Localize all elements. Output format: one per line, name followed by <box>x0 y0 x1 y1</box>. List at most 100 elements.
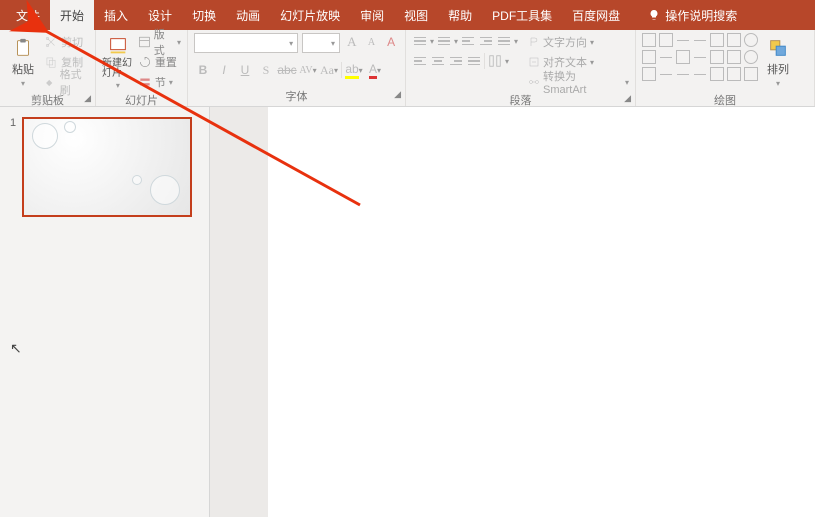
tab-home[interactable]: 开始 <box>50 0 94 30</box>
grow-font-button[interactable]: A <box>344 33 360 51</box>
shape-line-icon <box>693 33 707 47</box>
shape-diamond-icon <box>676 50 690 64</box>
slide-thumbnail-1[interactable] <box>22 117 192 217</box>
spacing-button[interactable]: AV▾ <box>299 61 317 79</box>
shape-brace-icon <box>727 50 741 64</box>
tab-baidu[interactable]: 百度网盘 <box>562 0 630 30</box>
shape-curve-icon <box>693 67 707 81</box>
tab-slideshow[interactable]: 幻灯片放映 <box>270 0 350 30</box>
align-text-icon <box>528 56 540 68</box>
shape-oval-icon <box>744 50 758 64</box>
section-button[interactable]: 节▾ <box>138 73 181 91</box>
smartart-button[interactable]: 转换为 SmartArt▾ <box>528 73 629 91</box>
tab-transitions[interactable]: 切换 <box>182 0 226 30</box>
columns-button[interactable] <box>487 53 503 69</box>
slide-canvas[interactable] <box>268 107 815 517</box>
ribbon-tabs: 文件 开始 插入 设计 切换 动画 幻灯片放映 审阅 视图 帮助 PDF工具集 … <box>0 0 815 30</box>
cut-label: 剪切 <box>61 34 83 50</box>
format-painter-button[interactable]: 格式刷 <box>44 73 89 91</box>
numbering-button[interactable] <box>436 33 452 49</box>
shape-rect-icon <box>642 33 656 47</box>
slide-number: 1 <box>10 117 16 507</box>
group-label-drawing: 绘图 <box>642 91 808 108</box>
bubble-decoration <box>150 175 180 205</box>
clear-format-button[interactable]: A <box>383 33 399 51</box>
tab-animations[interactable]: 动画 <box>226 0 270 30</box>
shape-rect-icon <box>727 33 741 47</box>
group-slides: 新建幻灯片 ▾ 版式▾ 重置 节▾ 幻灯片 <box>96 30 188 106</box>
case-button[interactable]: Aa▾ <box>320 61 338 79</box>
tab-file[interactable]: 文件 <box>6 0 50 30</box>
shape-curve-icon <box>676 67 690 81</box>
separator <box>341 62 342 78</box>
separator <box>484 53 485 69</box>
copy-icon <box>44 55 58 69</box>
group-paragraph: ▾ ▾ ▾ ▾ 文字方向▾ <box>406 30 636 106</box>
dialog-launcher-icon[interactable]: ◢ <box>394 89 401 100</box>
font-size-combo[interactable]: ▾ <box>302 33 340 53</box>
strike-button[interactable]: abc <box>278 61 296 79</box>
tell-me-label: 操作说明搜索 <box>665 7 737 24</box>
tell-me-search[interactable]: 操作说明搜索 <box>638 0 747 30</box>
cut-button[interactable]: 剪切 <box>44 33 89 51</box>
new-slide-label: 新建幻灯片 <box>102 59 134 79</box>
font-color-button[interactable]: A▾ <box>366 61 384 79</box>
shadow-button[interactable]: S <box>257 61 275 79</box>
align-center-button[interactable] <box>430 53 446 69</box>
slide-thumbnail-pane[interactable]: 1 <box>0 107 210 517</box>
text-direction-icon <box>528 36 540 48</box>
underline-button[interactable]: U <box>236 61 254 79</box>
shape-oval-icon <box>744 33 758 47</box>
indent-dec-button[interactable] <box>460 33 476 49</box>
mouse-cursor-icon: ↖ <box>10 340 22 357</box>
new-slide-button[interactable]: 新建幻灯片 ▾ <box>102 33 134 91</box>
arrange-label: 排列 <box>767 61 789 77</box>
chevron-down-icon: ▾ <box>331 39 335 48</box>
chevron-down-icon: ▾ <box>776 79 780 88</box>
shape-connector-icon <box>693 50 707 64</box>
group-clipboard: 粘贴 ▾ 剪切 复制 格式刷 剪贴板 ◢ <box>0 30 96 106</box>
paste-label: 粘贴 <box>12 61 34 77</box>
reset-icon <box>138 55 152 69</box>
align-right-button[interactable] <box>448 53 464 69</box>
arrange-button[interactable]: 排列 ▾ <box>762 33 794 91</box>
shrink-font-button[interactable]: A <box>364 33 380 51</box>
highlight-button[interactable]: ab▾ <box>345 61 363 79</box>
layout-button[interactable]: 版式▾ <box>138 33 181 51</box>
lightbulb-icon <box>648 9 660 21</box>
shape-line-icon <box>659 67 673 81</box>
shapes-gallery[interactable] <box>642 33 758 81</box>
tab-review[interactable]: 审阅 <box>350 0 394 30</box>
new-slide-icon <box>107 35 129 57</box>
clipboard-icon <box>12 37 34 59</box>
group-label-font: 字体 ◢ <box>194 87 399 104</box>
italic-button[interactable]: I <box>215 61 233 79</box>
tab-insert[interactable]: 插入 <box>94 0 138 30</box>
group-label-slides: 幻灯片 <box>102 91 181 108</box>
align-left-button[interactable] <box>412 53 428 69</box>
dialog-launcher-icon[interactable]: ◢ <box>624 93 631 104</box>
shape-rect-icon <box>710 33 724 47</box>
bullets-button[interactable] <box>412 33 428 49</box>
tab-view[interactable]: 视图 <box>394 0 438 30</box>
line-spacing-button[interactable] <box>496 33 512 49</box>
shape-line-icon <box>676 33 690 47</box>
indent-inc-button[interactable] <box>478 33 494 49</box>
section-icon <box>138 75 152 89</box>
smartart-icon <box>528 76 540 88</box>
text-direction-label: 文字方向 <box>543 34 587 50</box>
chevron-down-icon: ▾ <box>116 81 120 90</box>
chevron-down-icon: ▾ <box>21 79 25 88</box>
paste-button[interactable]: 粘贴 ▾ <box>6 33 40 91</box>
dialog-launcher-icon[interactable]: ◢ <box>84 93 91 104</box>
tab-pdftools[interactable]: PDF工具集 <box>482 0 562 30</box>
brush-icon <box>44 75 56 89</box>
shape-triangle-icon <box>642 50 656 64</box>
font-name-combo[interactable]: ▾ <box>194 33 298 53</box>
layout-icon <box>138 35 151 49</box>
text-direction-button[interactable]: 文字方向▾ <box>528 33 629 51</box>
justify-button[interactable] <box>466 53 482 69</box>
tab-help[interactable]: 帮助 <box>438 0 482 30</box>
bold-button[interactable]: B <box>194 61 212 79</box>
reset-button[interactable]: 重置 <box>138 53 181 71</box>
